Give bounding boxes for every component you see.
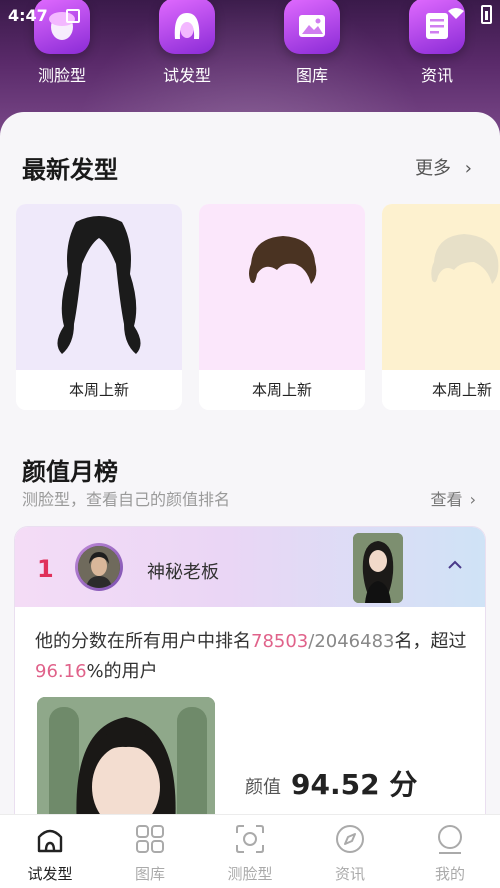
user-portrait-icon <box>78 546 120 588</box>
hairstyle-caption: 本周上新 <box>16 370 182 410</box>
collapse-button[interactable] <box>441 551 469 579</box>
view-label: 查看 <box>430 490 463 509</box>
rank-number: 1 <box>37 555 54 583</box>
wifi-icon <box>448 8 464 19</box>
score-photo <box>37 697 215 816</box>
nav-label: 试发型 <box>27 865 73 883</box>
quick-action-news[interactable]: 资讯 <box>387 0 487 86</box>
nav-label: 我的 <box>434 865 465 883</box>
chevron-up-icon <box>448 560 462 569</box>
hairstyle-icon <box>37 829 63 853</box>
blonde-hair-icon <box>431 234 499 284</box>
rank-text-mid: 名，超过 <box>394 631 467 652</box>
hairstyle-caption: 本周上新 <box>199 370 365 410</box>
hairstyle-caption: 本周上新 <box>382 370 500 410</box>
short-brown-hair-icon <box>249 236 317 284</box>
hairstyle-image <box>382 204 500 370</box>
rank-description: 他的分数在所有用户中排名78503/2046483名，超过 96.16%的用户 <box>35 627 475 687</box>
rank-percent: 96.16 <box>35 661 87 682</box>
quick-action-try-hairstyle[interactable]: 试发型 <box>137 0 237 86</box>
nav-face-shape[interactable]: 测脸型 <box>200 815 300 888</box>
nav-profile[interactable]: 我的 <box>400 815 500 888</box>
quick-action-label: 资讯 <box>420 66 453 85</box>
notification-icon <box>66 9 80 23</box>
hair-icon <box>159 0 215 54</box>
avatar <box>75 543 123 591</box>
more-link[interactable]: 更多 › <box>415 154 472 180</box>
quick-action-label: 试发型 <box>162 66 211 85</box>
hairstyle-image <box>16 204 182 370</box>
status-time: 4:47 <box>8 6 48 25</box>
quick-action-label: 测脸型 <box>37 66 86 85</box>
score-label: 颜值 <box>245 777 281 798</box>
scan-face-icon <box>236 825 264 853</box>
gallery-icon <box>284 0 340 54</box>
ranking-title: 颜值月榜 <box>22 458 118 486</box>
more-label: 更多 <box>415 158 452 179</box>
score-value: 94.52 分 <box>291 768 418 801</box>
hairstyle-card[interactable]: 本周上新 <box>16 204 182 410</box>
battery-icon <box>481 5 492 24</box>
rank-text-suffix: %的用户 <box>86 661 158 682</box>
chevron-right-icon: › <box>469 490 476 509</box>
latest-hairstyles-title: 最新发型 <box>22 156 118 184</box>
rank-text-prefix: 他的分数在所有用户中排名 <box>35 631 251 652</box>
nav-label: 测脸型 <box>227 865 273 883</box>
view-ranking-link[interactable]: 查看 › <box>430 486 476 510</box>
rank-position: 78503 <box>251 631 309 652</box>
main-content: 最新发型 更多 › 本周上新 本周上新 本周上新 颜值月榜 测脸型，查看自己的颜… <box>0 112 500 816</box>
long-wavy-hair-icon <box>57 216 141 354</box>
bottom-navigation: 试发型 图库 测脸型 资讯 我的 <box>0 814 500 888</box>
hairstyle-card[interactable]: 本周上新 <box>382 204 500 410</box>
user-photo-icon <box>353 533 403 603</box>
hairstyle-card[interactable]: 本周上新 <box>199 204 365 410</box>
rank-total: /2046483 <box>308 631 395 652</box>
ranking-card-header[interactable]: 1 神秘老板 <box>15 527 485 607</box>
grid-icon <box>136 825 164 853</box>
chevron-right-icon: › <box>464 158 472 179</box>
nav-label: 资讯 <box>334 865 365 883</box>
compass-icon <box>336 825 364 853</box>
nav-label: 图库 <box>134 865 165 883</box>
profile-icon <box>438 825 462 854</box>
nav-try-hairstyle[interactable]: 试发型 <box>0 815 100 888</box>
hairstyle-image <box>199 204 365 370</box>
ranking-card[interactable]: 1 神秘老板 他的分数在所有用户中排名78503/2046483名，超过 96.… <box>14 526 486 816</box>
quick-action-gallery[interactable]: 图库 <box>262 0 362 86</box>
ranking-subtitle: 测脸型，查看自己的颜值排名 <box>22 490 231 509</box>
top-user-photo <box>353 533 403 603</box>
quick-action-label: 图库 <box>295 66 328 85</box>
nav-gallery[interactable]: 图库 <box>100 815 200 888</box>
nav-news[interactable]: 资讯 <box>300 815 400 888</box>
rank-user-name: 神秘老板 <box>147 562 219 583</box>
portrait-photo-icon <box>37 697 215 816</box>
